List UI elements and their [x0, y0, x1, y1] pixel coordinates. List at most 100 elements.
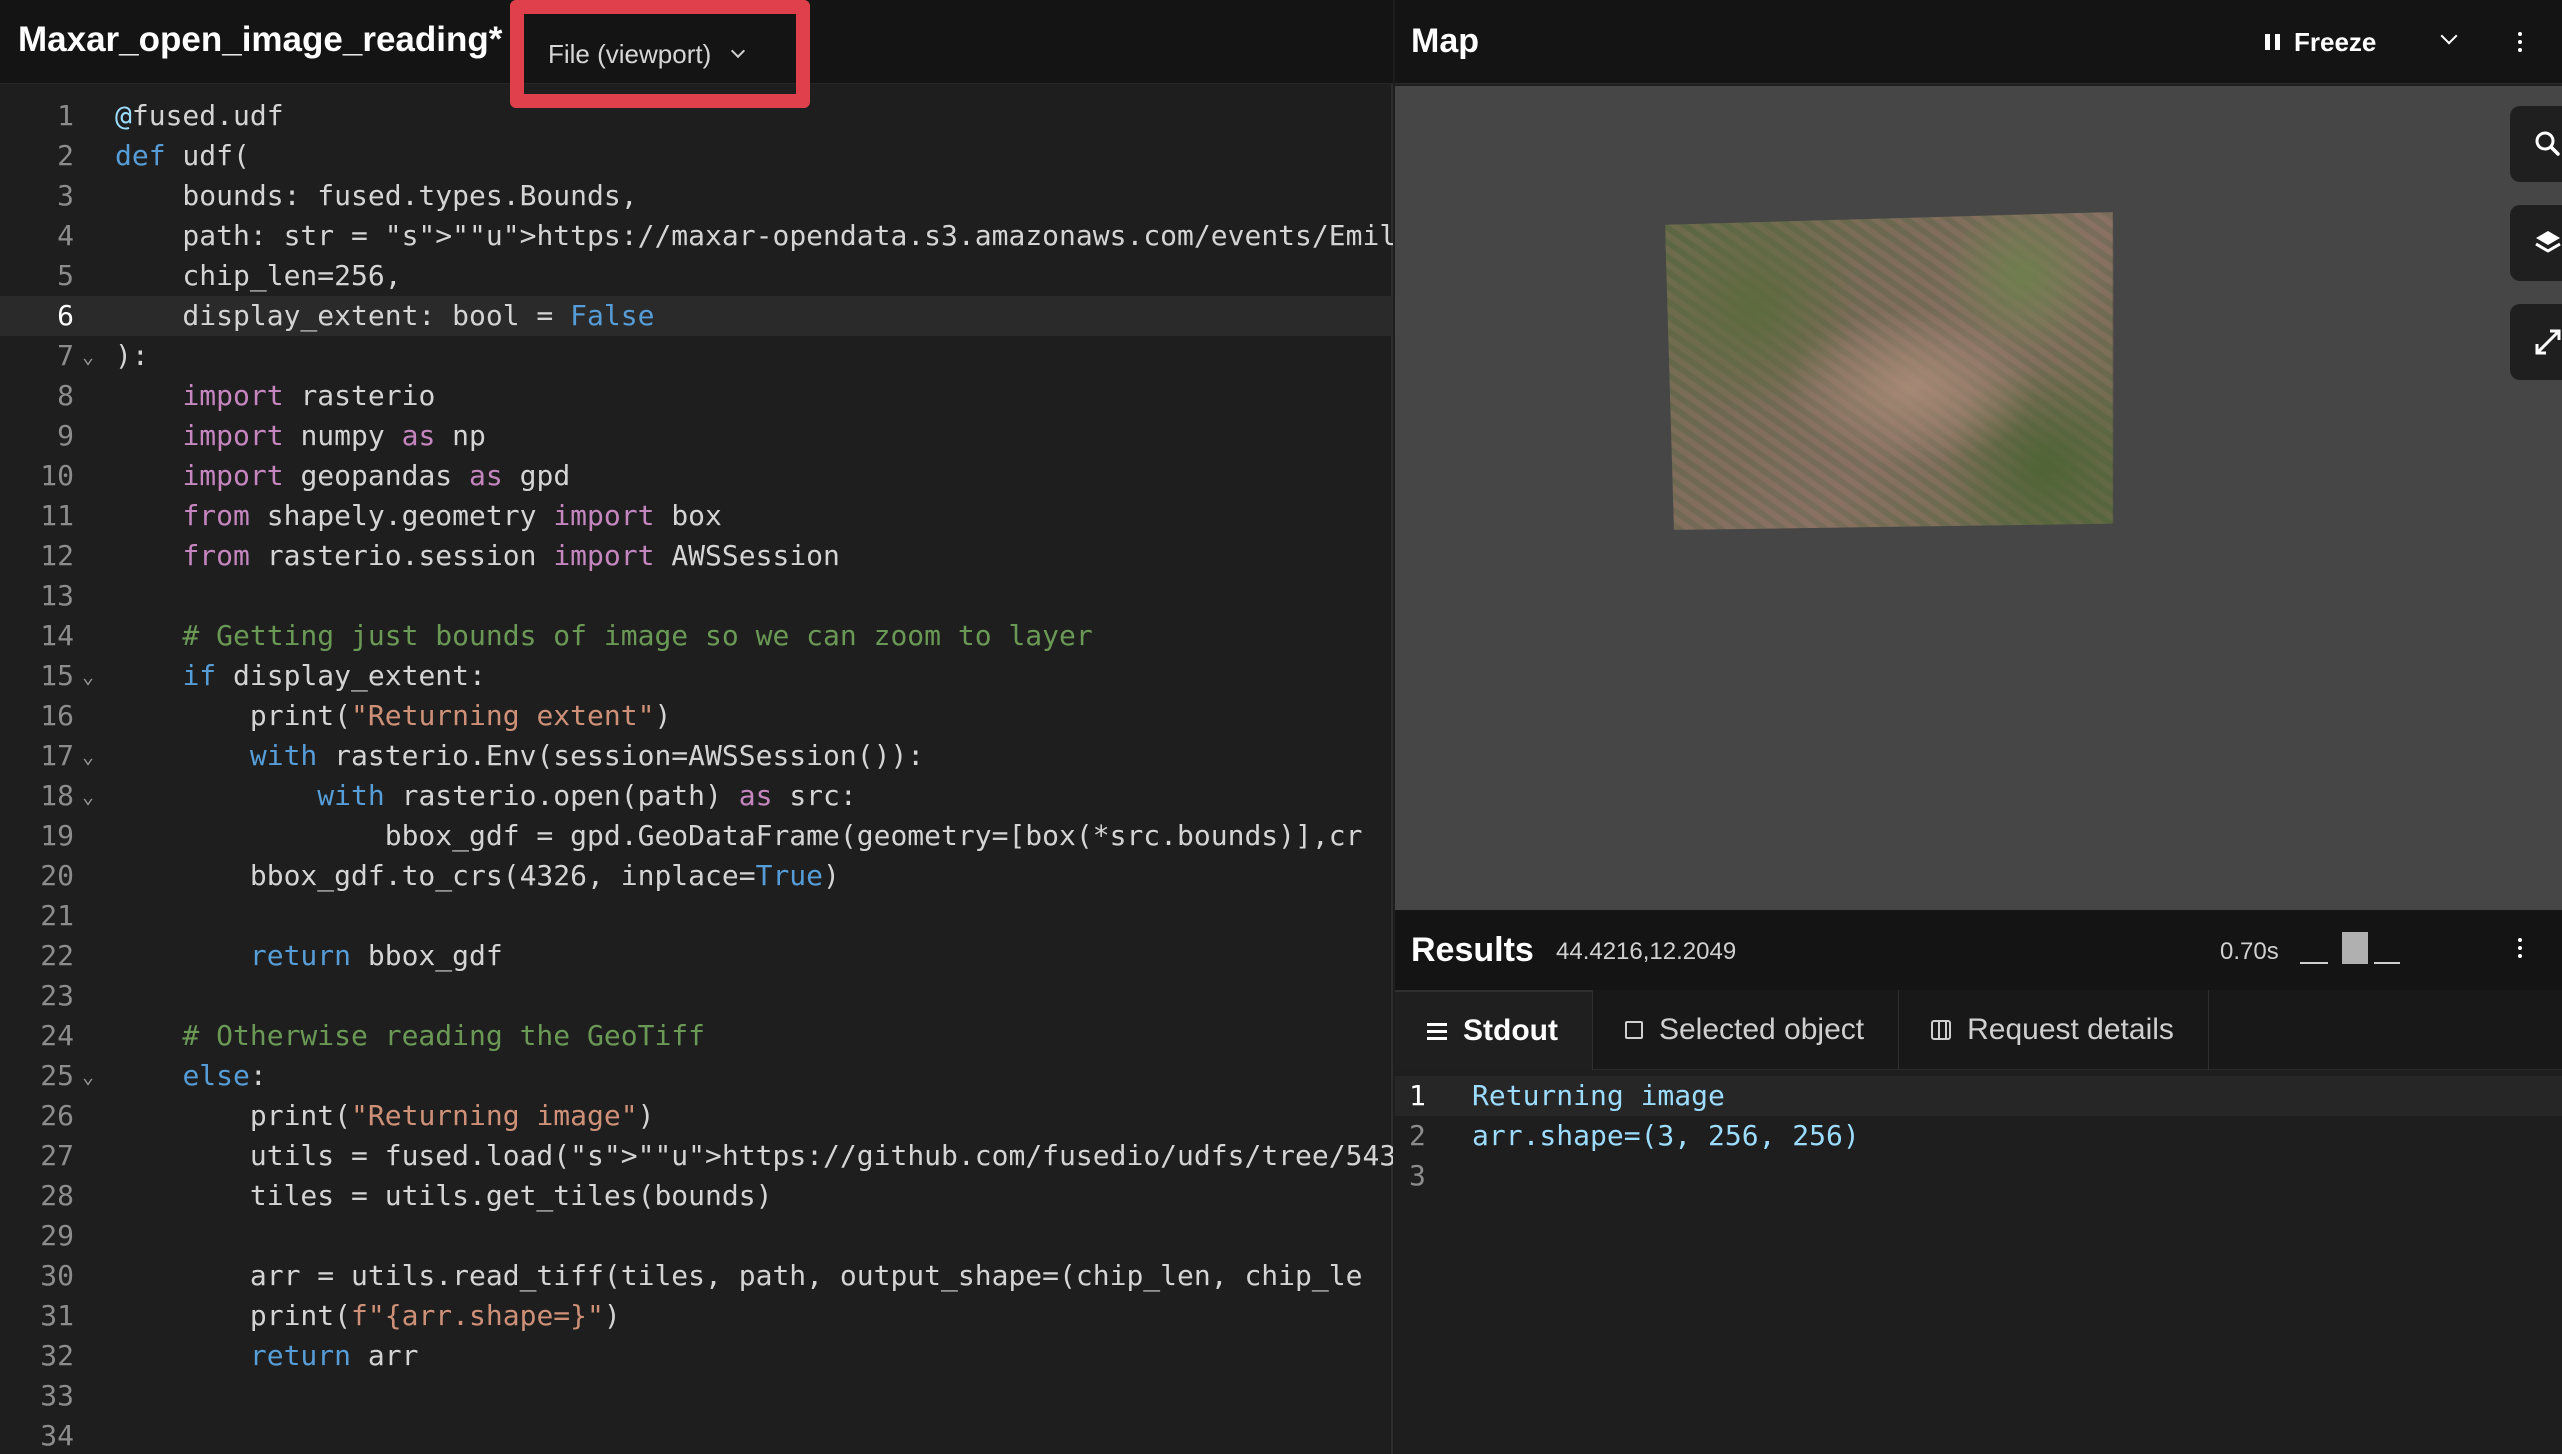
line-number: 32 [40, 1339, 74, 1372]
code-line[interactable]: 17 ⌄ with rasterio.Env(session=AWSSession… [0, 736, 1393, 776]
fold-chevron-icon[interactable]: ⌄ [82, 736, 94, 776]
line-number: 1 [57, 99, 74, 132]
fold-chevron-icon[interactable]: ⌄ [82, 1056, 94, 1096]
code-line[interactable]: 4 path: str = "s">""u">https://maxar-ope… [0, 216, 1393, 256]
line-number: 27 [40, 1139, 74, 1172]
code-line[interactable]: 24 # Otherwise reading the GeoTiff [0, 1016, 1393, 1056]
udf-title[interactable]: Maxar_open_image_reading* [18, 20, 502, 60]
code-line[interactable]: 29 [0, 1216, 1393, 1256]
code-line[interactable]: 2 def udf( [0, 136, 1393, 176]
map-canvas[interactable] [1395, 86, 2562, 910]
line-number: 3 [57, 179, 74, 212]
code-text: print("Returning extent") [115, 699, 672, 732]
code-line[interactable]: 5 chip_len=256, [0, 256, 1393, 296]
code-line[interactable]: 23 [0, 976, 1393, 1016]
code-line[interactable]: 34 [0, 1416, 1393, 1454]
stdout-line-number: 3 [1409, 1159, 1426, 1192]
map-search-button[interactable] [2510, 106, 2562, 182]
file-mode-dropdown[interactable]: File (viewport) [510, 0, 810, 108]
code-text: with rasterio.Env(session=AWSSession()): [249, 739, 925, 772]
code-line[interactable]: 6 display_extent: bool = False [0, 296, 1393, 336]
tab-request-details[interactable]: Request details [1899, 990, 2209, 1070]
code-line[interactable]: 16 print("Returning extent") [0, 696, 1393, 736]
code-text: chip_len=256, [115, 259, 402, 292]
stdout-output[interactable]: 1 Returning image 2 arr.shape=(3, 256, 256)… [1395, 1076, 2562, 1196]
freeze-label: Freeze [2294, 26, 2377, 57]
code-line[interactable]: 15 ⌄ if display_extent: [0, 656, 1393, 696]
fold-chevron-icon[interactable]: ⌄ [82, 656, 94, 696]
freeze-button[interactable]: Freeze [2265, 20, 2376, 64]
code-line[interactable]: 13 [0, 576, 1393, 616]
code-text: return bbox_gdf [249, 939, 503, 972]
tab-stdout-label: Stdout [1463, 1014, 1558, 1047]
results-tabs: Stdout Selected object Request details [1395, 990, 2562, 1070]
line-number: 9 [57, 419, 74, 452]
code-text: @fused.udf [115, 99, 284, 132]
code-text: # Otherwise reading the GeoTiff [115, 1019, 706, 1052]
tab-stdout[interactable]: Stdout [1395, 990, 1593, 1070]
runtime-label: 0.70s [2220, 938, 2279, 965]
code-area[interactable]: 1 @fused.udf 2 def udf(3 bounds: fused.type… [0, 96, 1393, 1454]
map-more-options-icon[interactable] [2505, 24, 2535, 60]
line-number: 14 [40, 619, 74, 652]
results-panel: Results 44.4216,12.2049 0.70s Stdout Sel… [1395, 910, 2562, 1454]
code-line[interactable]: 26 print("Returning image") [0, 1096, 1393, 1136]
line-number: 7 [57, 339, 74, 372]
code-line[interactable]: 18 ⌄ with rasterio.open(path) as src: [0, 776, 1393, 816]
line-number: 16 [40, 699, 74, 732]
fold-chevron-icon[interactable]: ⌄ [82, 336, 94, 376]
line-number: 11 [40, 499, 74, 532]
code-text: import numpy as np [182, 419, 486, 452]
code-line[interactable]: 31 print(f"{arr.shape=}") [0, 1296, 1393, 1336]
code-line[interactable]: 22 return bbox_gdf [0, 936, 1393, 976]
editor-header: Maxar_open_image_reading* File (viewport… [0, 0, 1393, 108]
code-line[interactable]: 25 ⌄ else: [0, 1056, 1393, 1096]
code-line[interactable]: 9 import numpy as np [0, 416, 1393, 456]
code-line[interactable]: 8 import rasterio [0, 376, 1393, 416]
cursor-coordinates: 44.4216,12.2049 [1556, 938, 1737, 965]
results-more-options-icon[interactable] [2505, 930, 2535, 966]
code-line[interactable]: 28 tiles = utils.get_tiles(bounds) [0, 1176, 1393, 1216]
line-number: 21 [40, 899, 74, 932]
code-editor-pane: Maxar_open_image_reading* File (viewport… [0, 0, 1393, 1454]
freeze-options-chevron-icon[interactable] [2435, 26, 2465, 56]
code-line[interactable]: 10 import geopandas as gpd [0, 456, 1393, 496]
code-line[interactable]: 11 from shapely.geometry import box [0, 496, 1393, 536]
stdout-text: arr.shape=(3, 256, 256) [1472, 1119, 1860, 1152]
line-number: 19 [40, 819, 74, 852]
code-text: path: str = "s">""u">https://maxar-opend… [115, 219, 1393, 252]
line-number: 15 [40, 659, 74, 692]
pause-icon [2265, 34, 2280, 50]
code-line[interactable]: 30 arr = utils.read_tiff(tiles, path, ou… [0, 1256, 1393, 1296]
code-text: import geopandas as gpd [182, 459, 571, 492]
lines-icon [1427, 1022, 1447, 1040]
map-layers-button[interactable] [2510, 205, 2562, 281]
code-text: print(f"{arr.shape=}") [115, 1299, 621, 1332]
line-number: 34 [40, 1419, 74, 1452]
code-text: def udf( [115, 139, 250, 172]
code-line[interactable]: 1 @fused.udf [0, 96, 1393, 136]
code-line[interactable]: 33 [0, 1376, 1393, 1416]
line-number: 13 [40, 579, 74, 612]
line-number: 20 [40, 859, 74, 892]
code-text: import rasterio [182, 379, 436, 412]
code-line[interactable]: 14 # Getting just bounds of image so we … [0, 616, 1393, 656]
code-line[interactable]: 12 from rasterio.session import AWSSessi… [0, 536, 1393, 576]
code-line[interactable]: 20 bbox_gdf.to_crs(4326, inplace=True) [0, 856, 1393, 896]
line-number: 10 [40, 459, 74, 492]
code-line[interactable]: 7 ⌄): [0, 336, 1393, 376]
code-line[interactable]: 21 [0, 896, 1393, 936]
code-line[interactable]: 3 bounds: fused.types.Bounds, [0, 176, 1393, 216]
code-text: ): [115, 339, 149, 372]
code-line[interactable]: 32 return arr [0, 1336, 1393, 1376]
line-number: 29 [40, 1219, 74, 1252]
line-number: 25 [40, 1059, 74, 1092]
stdout-text: Returning image [1472, 1079, 1725, 1112]
code-line[interactable]: 19 bbox_gdf = gpd.GeoDataFrame(geometry=… [0, 816, 1393, 856]
square-icon [1624, 1021, 1643, 1039]
tab-selected-object[interactable]: Selected object [1593, 990, 1900, 1070]
code-line[interactable]: 27 utils = fused.load("s">""u">https://g… [0, 1136, 1393, 1176]
code-text: bounds: fused.types.Bounds, [115, 179, 638, 212]
fold-chevron-icon[interactable]: ⌄ [82, 776, 94, 816]
map-expand-button[interactable] [2510, 304, 2562, 380]
